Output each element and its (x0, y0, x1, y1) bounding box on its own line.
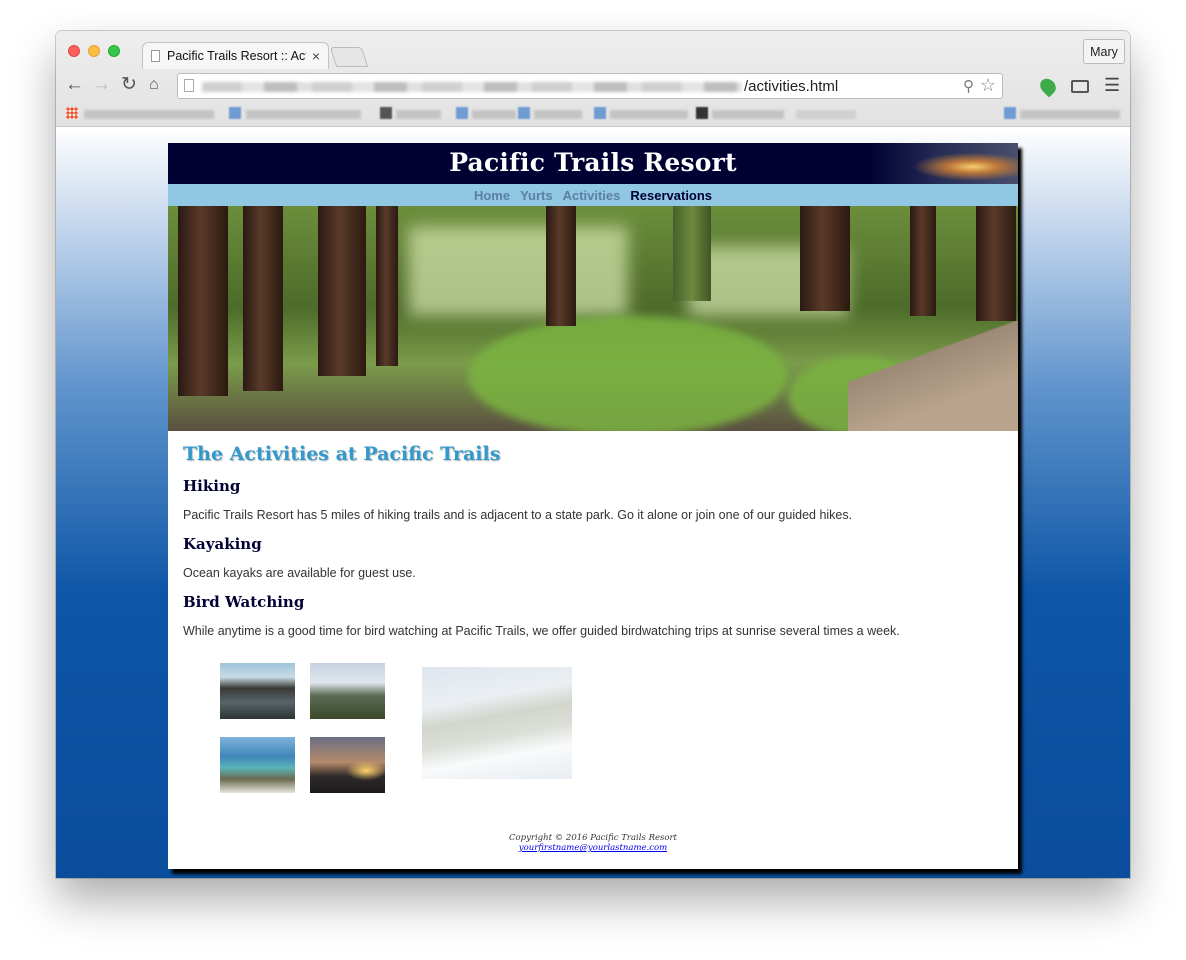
zoom-window-button[interactable] (108, 45, 120, 57)
hero-fern (468, 316, 788, 431)
site-nav: Home Yurts Activities Reservations (168, 184, 1018, 206)
nav-link-home[interactable]: Home (474, 188, 510, 203)
gallery-large-image (422, 667, 572, 779)
star-icon[interactable]: ☆ (980, 75, 996, 96)
bookmark-item[interactable] (796, 110, 856, 119)
bookmark-icon (380, 107, 392, 119)
close-window-button[interactable] (68, 45, 80, 57)
site-footer: Copyright © 2016 Pacific Trails Resort y… (168, 833, 1018, 853)
gallery-thumbnail[interactable] (220, 737, 295, 793)
copyright-text: Copyright © 2016 Pacific Trails Resort (509, 833, 677, 843)
extension-icon[interactable] (1037, 75, 1059, 98)
tab-close-icon[interactable]: × (312, 48, 320, 64)
hero-trunk (546, 206, 576, 326)
bookmark-icon (696, 107, 708, 119)
gallery-thumbnails (220, 663, 390, 803)
bookmark-item[interactable] (84, 110, 214, 119)
folder-icon (594, 107, 606, 119)
page-heading: The Activities at Pacific Trails (183, 443, 501, 465)
browser-window: Pacific Trails Resort :: Activities × Ma… (56, 31, 1130, 878)
browser-chrome: Pacific Trails Resort :: Activities × Ma… (56, 31, 1130, 127)
bookmark-item[interactable] (712, 110, 784, 119)
address-bar[interactable]: /activities.html ⚲ ☆ (177, 73, 1003, 99)
url-redacted (202, 82, 742, 92)
bookmark-item[interactable] (246, 110, 361, 119)
hero-trunk (178, 206, 228, 396)
other-bookmarks[interactable] (1020, 110, 1120, 119)
bookmark-item[interactable] (472, 110, 516, 119)
hero-trunk (910, 206, 936, 316)
footer-email-link[interactable]: yourfirstname@yourlastname.com (519, 843, 667, 853)
nav-link-reservations[interactable]: Reservations (630, 188, 712, 203)
section-text-kayaking: Ocean kayaks are available for guest use… (183, 566, 416, 580)
minimize-window-button[interactable] (88, 45, 100, 57)
hero-trunk (673, 206, 711, 301)
browser-tab[interactable]: Pacific Trails Resort :: Activities × (142, 42, 329, 69)
profile-button[interactable]: Mary (1083, 39, 1125, 64)
hero-forest-image (168, 206, 1018, 431)
cast-icon[interactable] (1071, 80, 1089, 93)
back-icon[interactable]: ← (65, 75, 84, 95)
main-content: The Activities at Pacific Trails Hiking … (183, 443, 1003, 651)
hero-trunk (376, 206, 398, 366)
section-heading-kayaking: Kayaking (183, 535, 262, 553)
menu-icon[interactable]: ☰ (1104, 75, 1120, 96)
url-text: /activities.html (744, 78, 839, 95)
folder-icon (456, 107, 468, 119)
page-icon (151, 50, 160, 62)
bookmark-item[interactable] (534, 110, 582, 119)
reload-icon[interactable]: ↻ (121, 75, 137, 95)
forward-icon[interactable]: → (92, 75, 111, 95)
bookmark-item[interactable] (396, 110, 441, 119)
new-tab-button[interactable] (329, 47, 369, 67)
nav-link-activities[interactable]: Activities (563, 188, 621, 203)
hero-trunk (243, 206, 283, 391)
hero-trunk (318, 206, 366, 376)
apps-icon[interactable] (66, 107, 78, 119)
bookmarks-bar (56, 103, 1130, 125)
site-header: Pacific Trails Resort (168, 143, 1018, 184)
hero-path (848, 321, 1018, 431)
site-title: Pacific Trails Resort (449, 148, 737, 177)
page-icon (184, 79, 194, 92)
bookmark-item[interactable] (610, 110, 688, 119)
section-heading-bird-watching: Bird Watching (183, 593, 305, 611)
hero-trunk (976, 206, 1016, 321)
folder-icon (1004, 107, 1016, 119)
section-text-hiking: Pacific Trails Resort has 5 miles of hik… (183, 508, 853, 522)
page-wrapper: Pacific Trails Resort Home Yurts Activit… (168, 143, 1018, 869)
nav-link-yurts[interactable]: Yurts (520, 188, 553, 203)
tab-title: Pacific Trails Resort :: Activities (167, 49, 306, 63)
section-text-bird-watching: While anytime is a good time for bird wa… (183, 624, 900, 638)
search-icon[interactable]: ⚲ (963, 77, 974, 95)
folder-icon (229, 107, 241, 119)
hero-light (408, 226, 628, 316)
hero-trunk (800, 206, 850, 311)
gallery-thumbnail[interactable] (220, 663, 295, 719)
page-viewport: Pacific Trails Resort Home Yurts Activit… (56, 128, 1130, 878)
gallery-thumbnail[interactable] (310, 737, 385, 793)
section-heading-hiking: Hiking (183, 477, 241, 495)
home-icon[interactable]: ⌂ (149, 75, 159, 95)
folder-icon (518, 107, 530, 119)
gallery-thumbnail[interactable] (310, 663, 385, 719)
